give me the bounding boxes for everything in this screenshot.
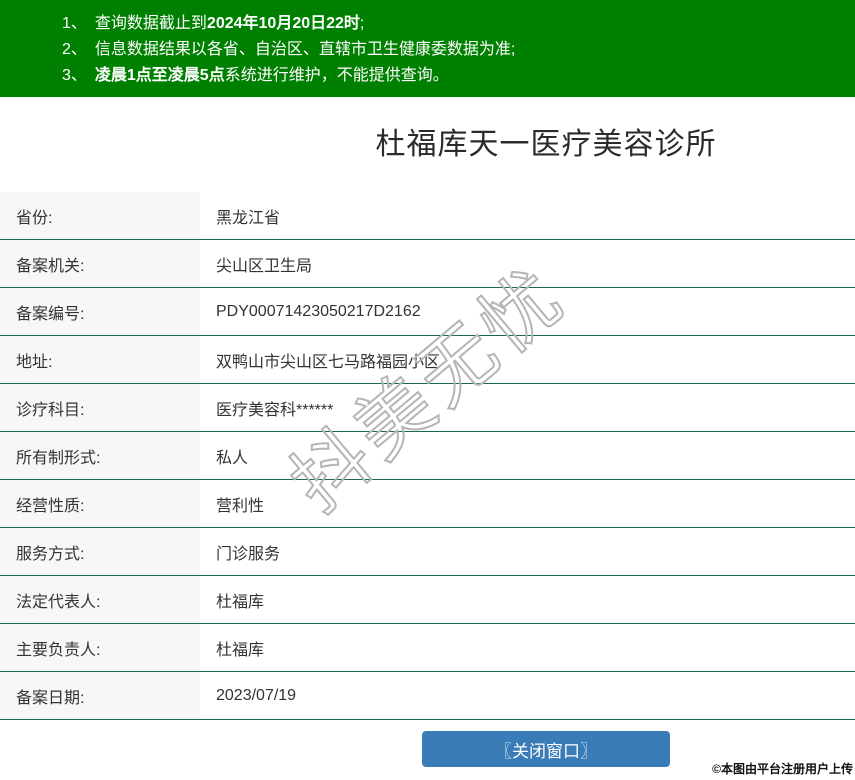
field-label: 省份: bbox=[0, 192, 200, 239]
notice-banner: 1、 查询数据截止到2024年10月20日22时; 2、 信息数据结果以各省、自治区… bbox=[0, 0, 855, 97]
field-value: 医疗美容科****** bbox=[216, 401, 334, 419]
field-value: 杜福库 bbox=[216, 593, 265, 611]
field-value: 门诊服务 bbox=[216, 545, 281, 563]
notice-item: 3、 凌晨1点至凌晨5点系统进行维护，不能提供查询。 bbox=[62, 63, 855, 89]
field-label: 所有制形式: bbox=[0, 432, 200, 479]
notice-item: 1、 查询数据截止到2024年10月20日22时; bbox=[62, 11, 855, 37]
notice-text: ; bbox=[359, 15, 365, 32]
table-row: 备案编号: PDY00071423050217D2162 bbox=[0, 288, 855, 336]
field-value: 营利性 bbox=[216, 497, 265, 515]
field-label: 诊疗科目: bbox=[0, 384, 200, 431]
field-label: 备案编号: bbox=[0, 288, 200, 335]
page-title: 杜福库天一医疗美容诊所 bbox=[375, 128, 717, 161]
table-row: 经营性质: 营利性 bbox=[0, 480, 855, 528]
table-row: 法定代表人: 杜福库 bbox=[0, 576, 855, 624]
notice-text: 信息数据结果以各省、自治区、直辖市卫生健康委数据为准; bbox=[94, 41, 516, 58]
notice-number: 2、 bbox=[62, 41, 87, 58]
upload-credit: ©本图由平台注册用户上传 bbox=[712, 762, 853, 776]
notice-text-bold: 凌晨1点至凌晨5点 bbox=[94, 67, 225, 84]
notice-number: 1、 bbox=[62, 15, 87, 32]
field-label: 地址: bbox=[0, 336, 200, 383]
table-row: 备案日期: 2023/07/19 bbox=[0, 672, 855, 720]
field-value: 双鸭山市尖山区七马路福园小区 bbox=[216, 353, 441, 371]
field-value: 黑龙江省 bbox=[216, 209, 281, 227]
table-row: 所有制形式: 私人 bbox=[0, 432, 855, 480]
notice-text-bold: 2024年10月20日22时 bbox=[206, 15, 360, 32]
notice-text: 系统进行维护，不能提供查询。 bbox=[224, 67, 449, 84]
notice-text: 查询数据截止到 bbox=[94, 15, 207, 32]
table-row: 地址: 双鸭山市尖山区七马路福园小区 bbox=[0, 336, 855, 384]
table-row: 主要负责人: 杜福库 bbox=[0, 624, 855, 672]
field-label: 法定代表人: bbox=[0, 576, 200, 623]
field-value: PDY00071423050217D2162 bbox=[216, 302, 421, 320]
field-label: 备案日期: bbox=[0, 672, 200, 719]
table-row: 省份: 黑龙江省 bbox=[0, 192, 855, 240]
page: 1、 查询数据截止到2024年10月20日22时; 2、 信息数据结果以各省、自治区… bbox=[0, 0, 855, 767]
table-row: 备案机关: 尖山区卫生局 bbox=[0, 240, 855, 288]
field-value: 2023/07/19 bbox=[216, 686, 297, 704]
field-label: 主要负责人: bbox=[0, 624, 200, 671]
field-value: 杜福库 bbox=[216, 641, 265, 659]
field-label: 经营性质: bbox=[0, 480, 200, 527]
notice-number: 3、 bbox=[62, 67, 87, 84]
table-row: 诊疗科目: 医疗美容科****** bbox=[0, 384, 855, 432]
field-value: 尖山区卫生局 bbox=[216, 257, 313, 275]
table-row: 服务方式: 门诊服务 bbox=[0, 528, 855, 576]
info-table: 省份: 黑龙江省 备案机关: 尖山区卫生局 备案编号: PDY00071423050217… bbox=[0, 192, 855, 720]
field-label: 服务方式: bbox=[0, 528, 200, 575]
field-label: 备案机关: bbox=[0, 240, 200, 287]
field-value: 私人 bbox=[216, 449, 249, 467]
notice-item: 2、 信息数据结果以各省、自治区、直辖市卫生健康委数据为准; bbox=[62, 37, 855, 63]
close-window-button[interactable]: 〖关闭窗口〗 bbox=[422, 731, 670, 767]
